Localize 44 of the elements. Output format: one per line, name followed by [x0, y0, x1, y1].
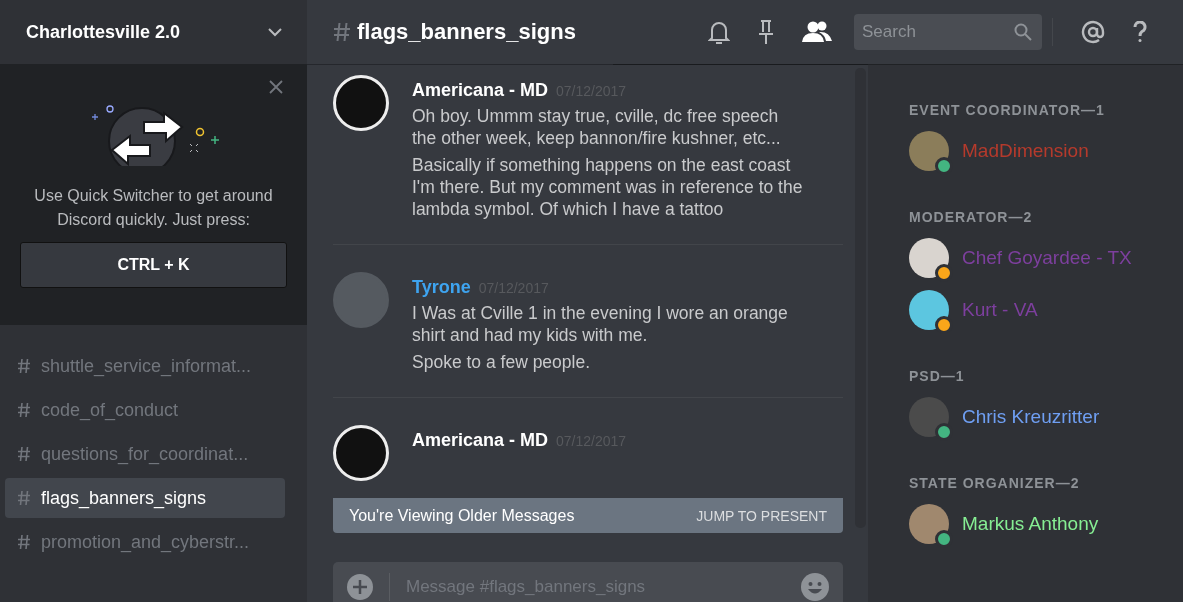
pin-icon[interactable]: [758, 19, 774, 45]
member-name[interactable]: MadDimension: [962, 140, 1089, 162]
quick-switcher-hint: Use Quick Switcher to get around Discord quickly. Just press:: [33, 186, 274, 230]
member-name[interactable]: Chris Kreuzritter: [962, 406, 1100, 428]
channel-item[interactable]: code_of_conduct: [5, 390, 285, 430]
role-heading: PSD—1: [909, 368, 966, 384]
older-messages-notice: You're Viewing Older Messages: [349, 506, 575, 525]
hash-icon: [17, 358, 31, 374]
role-heading: EVENT COORDINATOR—1: [909, 102, 1106, 118]
help-icon[interactable]: [1133, 21, 1147, 43]
channel-item[interactable]: flags_banners_signs: [5, 478, 285, 518]
channel-item[interactable]: promotion_and_cyberstr...: [5, 522, 285, 562]
add-icon[interactable]: [347, 574, 373, 600]
bell-icon[interactable]: [708, 19, 730, 45]
message-text: Basically if something happens on the east coast I'm there. But my comment was in reference to the lambda symbol. Of which I have a tattoo: [412, 154, 804, 220]
author-name[interactable]: Tyrone: [412, 277, 471, 298]
role-heading: STATE ORGANIZER—2: [909, 475, 1081, 491]
close-icon[interactable]: [269, 80, 283, 94]
member-name[interactable]: Markus Anthony: [962, 513, 1099, 535]
server-name[interactable]: Charlottesville 2.0: [26, 21, 181, 43]
hash-icon: [17, 490, 31, 506]
avatar[interactable]: [909, 290, 949, 330]
hash-icon: [17, 446, 31, 462]
author-name[interactable]: Americana - MD: [412, 430, 549, 451]
channel-title: flags_banners_signs: [357, 19, 576, 45]
jump-to-present-link[interactable]: JUMP TO PRESENT: [696, 507, 827, 524]
message-text: Oh boy. Ummm stay true, cville, dc free speech the other week, keep bannon/fire kushner, etc...: [412, 105, 782, 149]
avatar[interactable]: [909, 238, 949, 278]
search-icon[interactable]: [1014, 23, 1032, 41]
channel-item[interactable]: questions_for_coordinat...: [5, 434, 285, 474]
mention-icon[interactable]: [1081, 20, 1105, 44]
role-heading: MODERATOR—2: [909, 209, 1034, 225]
message-text: Spoke to a few people.: [412, 351, 592, 373]
chevron-down-icon[interactable]: [267, 27, 283, 37]
search-field[interactable]: Search: [854, 14, 1042, 50]
shortcut-button[interactable]: CTRL + K: [20, 242, 287, 288]
author-name[interactable]: Americana - MD: [412, 80, 549, 101]
members-icon[interactable]: [802, 21, 832, 43]
message-text: I Was at Cville 1 in the evening I wore an orange shirt and had my kids with me.: [412, 302, 789, 346]
hash-icon: [17, 534, 31, 550]
hash-icon: [17, 402, 31, 418]
channel-item[interactable]: shuttle_service_informat...: [5, 346, 285, 386]
hash-icon: [333, 22, 351, 42]
emoji-icon[interactable]: [801, 573, 829, 601]
